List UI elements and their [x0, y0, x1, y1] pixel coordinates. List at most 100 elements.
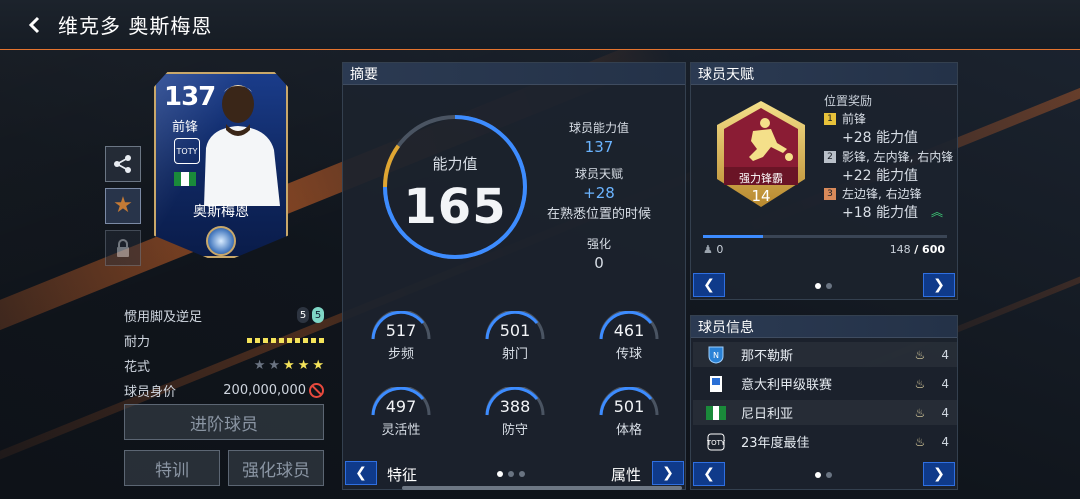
favorite-button[interactable]: ★: [105, 188, 141, 224]
page-dot: [826, 472, 832, 478]
right-foot-icon: 5: [312, 307, 324, 323]
info-row-level: 4: [941, 405, 949, 420]
talent-bonus-value: +28: [583, 184, 615, 202]
untradeable-icon: [309, 382, 324, 398]
stat-3: 497 灵活性: [369, 387, 433, 443]
weak-foot-label: 惯用脚及逆足: [124, 309, 203, 325]
stat-label: 传球: [615, 347, 642, 362]
skill-star-icon: ★: [312, 357, 324, 373]
card-player-name: 奥斯梅恩: [193, 204, 249, 220]
talent-next-button[interactable]: ❯: [923, 273, 955, 297]
page-dot: [497, 471, 503, 477]
stamina-segment: [271, 337, 276, 343]
card-position: 前锋: [172, 120, 199, 135]
share-button[interactable]: [105, 146, 141, 182]
card-emblem-icon: [206, 226, 236, 256]
skill-star-icon: ★: [253, 357, 266, 373]
advance-player-button[interactable]: 进阶球员: [124, 404, 324, 440]
talent-title: 球员天赋: [691, 63, 957, 85]
lock-button[interactable]: [105, 230, 141, 266]
chevron-left-icon: ❮: [703, 466, 715, 482]
toty-badge-icon: TOTY: [705, 432, 727, 452]
skill-row: 花式 ★ ★ ★ ★ ★: [124, 355, 324, 375]
stamina-row: 耐力: [124, 330, 324, 350]
stat-value: 461: [613, 321, 645, 340]
talent-prev-button[interactable]: ❮: [693, 273, 725, 297]
stat-0: 517 步频: [369, 311, 433, 367]
chemistry-icon: ♨: [914, 376, 926, 391]
enhance-player-button[interactable]: 强化球员: [228, 450, 324, 486]
lock-icon: [117, 239, 129, 257]
info-row-level: 4: [941, 347, 949, 362]
skill-star-icon: ★: [268, 357, 281, 373]
position-bonus-item: 1 前锋 +28 能力值: [824, 110, 964, 147]
page-dot: [826, 283, 832, 289]
player-info-row[interactable]: TOTY 23年度最佳 ♨ 4: [693, 429, 957, 454]
stamina-segment: [279, 337, 284, 343]
stamina-segment: [303, 337, 308, 343]
stamina-segment: [311, 337, 316, 343]
rank-badge-icon: 2: [824, 150, 836, 163]
player-rating-label: 球员能力值: [568, 121, 629, 135]
bonus-positions: 前锋: [842, 112, 867, 126]
stat-value: 501: [499, 321, 531, 340]
value-amount: 200,000,000: [223, 382, 306, 398]
position-bonus-item: 2 影锋, 左内锋, 右内锋 +22 能力值: [824, 148, 964, 185]
talent-bonus-block: 球员天赋 +28 在熟悉位置的时候: [539, 165, 659, 222]
stamina-segment: [319, 337, 324, 343]
talent-bonus-label: 球员天赋: [574, 167, 623, 181]
page-dot: [508, 471, 514, 477]
stamina-label: 耐力: [124, 334, 151, 350]
training-button[interactable]: 特训: [124, 450, 220, 486]
flask-icon: ♟: [703, 243, 713, 256]
stat-label: 防守: [501, 423, 528, 438]
traits-tab[interactable]: 特征: [387, 464, 417, 485]
talent-progress-count: 148 / 600: [889, 243, 945, 256]
enhance-label: 强化: [586, 237, 611, 251]
page-dot: [815, 283, 821, 289]
home-indicator: [402, 486, 682, 490]
stamina-segment: [287, 337, 292, 343]
summary-title: 摘要: [343, 63, 685, 85]
info-prev-button[interactable]: ❮: [693, 462, 725, 486]
info-next-button[interactable]: ❯: [923, 462, 955, 486]
stat-value: 517: [385, 321, 417, 340]
back-button[interactable]: [14, 5, 54, 45]
stamina-segment: [255, 337, 260, 343]
info-row-name: 意大利甲级联赛: [741, 378, 833, 393]
info-row-level: 4: [941, 434, 949, 449]
weak-foot-row: 惯用脚及逆足 5 5: [124, 305, 324, 325]
skill-label: 花式: [124, 359, 151, 375]
overall-label: 能力值: [432, 155, 478, 173]
info-row-name: 23年度最佳: [741, 436, 810, 451]
player-rating-value: 137: [584, 138, 614, 156]
bonus-positions: 左边锋, 右边锋: [842, 187, 922, 201]
position-bonus-title: 位置奖励: [824, 94, 873, 108]
info-row-level: 4: [941, 376, 949, 391]
summary-prev-button[interactable]: ❮: [345, 461, 377, 485]
value-label: 球员身价: [124, 384, 177, 400]
upgrade-arrows-icon: ︽: [930, 205, 943, 219]
position-bonus-item: 3 左边锋, 右边锋 +18 能力值: [824, 185, 964, 222]
bonus-amount: +28 能力值: [842, 130, 918, 146]
player-info-row[interactable]: 尼日利亚 ♨ 4: [693, 400, 957, 425]
left-foot-icon: 5: [297, 307, 309, 323]
player-info-row[interactable]: N 那不勒斯 ♨ 4: [693, 342, 957, 367]
chevron-left-icon: [28, 16, 40, 33]
player-card[interactable]: 137 前锋 TOTY 奥斯梅恩: [154, 72, 288, 258]
summary-next-button[interactable]: ❯: [652, 461, 684, 485]
chemistry-icon: ♨: [914, 405, 926, 420]
attributes-tab[interactable]: 属性: [611, 464, 641, 485]
chevron-right-icon: ❯: [933, 466, 945, 482]
player-info-row[interactable]: 意大利甲级联赛 ♨ 4: [693, 371, 957, 396]
bonus-amount: +18 能力值: [842, 205, 918, 221]
nation-flag-icon: [705, 403, 727, 423]
bonus-amount: +22 能力值: [842, 168, 918, 184]
stat-value: 501: [613, 397, 645, 416]
page-dot: [815, 472, 821, 478]
chevron-left-icon: ❮: [355, 465, 367, 481]
stamina-segment: [263, 337, 268, 343]
talent-page-dots: [815, 283, 832, 289]
talent-badge-level: 14: [751, 187, 771, 205]
nigeria-flag-icon: [174, 172, 196, 186]
